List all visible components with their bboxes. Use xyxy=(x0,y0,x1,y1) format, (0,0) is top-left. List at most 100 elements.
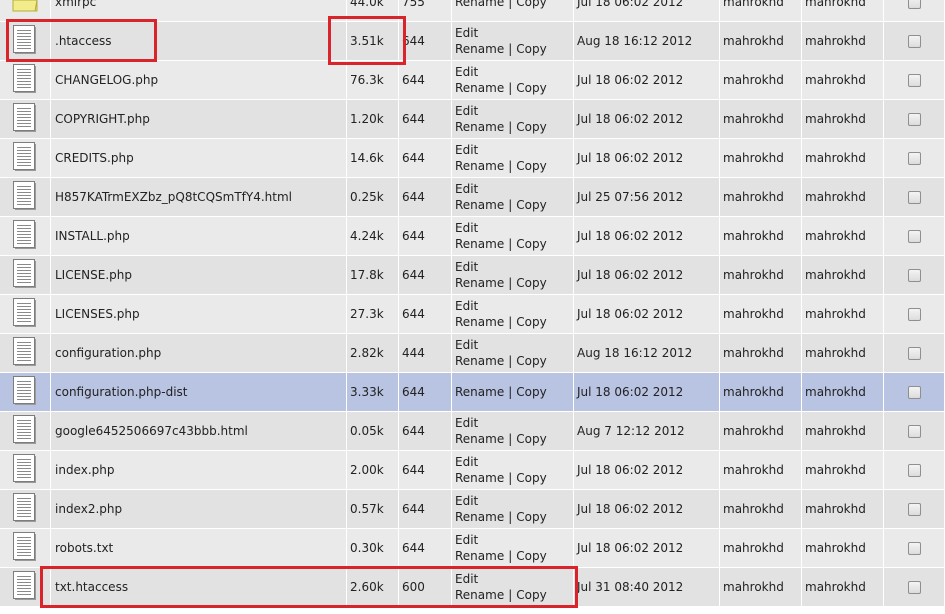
select-checkbox[interactable] xyxy=(907,386,921,399)
file-permissions[interactable]: 644 xyxy=(399,178,452,217)
copy-link[interactable]: Copy xyxy=(516,549,546,563)
document-icon[interactable] xyxy=(13,336,37,370)
document-icon[interactable] xyxy=(13,63,37,97)
document-icon[interactable] xyxy=(13,453,37,487)
copy-link[interactable]: Copy xyxy=(516,276,546,290)
edit-link[interactable]: Edit xyxy=(455,338,478,352)
copy-link[interactable]: Copy xyxy=(516,354,546,368)
document-icon[interactable] xyxy=(13,219,37,253)
copy-link[interactable]: Copy xyxy=(516,42,546,56)
select-checkbox[interactable] xyxy=(907,542,921,555)
file-name[interactable]: txt.htaccess xyxy=(51,568,347,607)
file-permissions[interactable]: 644 xyxy=(399,100,452,139)
file-permissions[interactable]: 755 xyxy=(399,0,452,22)
file-permissions[interactable]: 644 xyxy=(399,490,452,529)
edit-link[interactable]: Edit xyxy=(455,260,478,274)
rename-link[interactable]: Rename xyxy=(455,0,504,9)
file-permissions[interactable]: 644 xyxy=(399,217,452,256)
file-name[interactable]: index2.php xyxy=(51,490,347,529)
document-icon[interactable] xyxy=(13,570,37,604)
edit-link[interactable]: Edit xyxy=(455,26,478,40)
edit-link[interactable]: Edit xyxy=(455,221,478,235)
rename-link[interactable]: Rename xyxy=(455,198,504,212)
file-row[interactable]: configuration.php-dist 3.33k 644 Rename | Cop… xyxy=(0,373,945,412)
file-permissions[interactable]: 644 xyxy=(399,256,452,295)
file-name[interactable]: INSTALL.php xyxy=(51,217,347,256)
copy-link[interactable]: Copy xyxy=(516,510,546,524)
rename-link[interactable]: Rename xyxy=(455,42,504,56)
file-row[interactable]: LICENSES.php 27.3k 644 Edit Rename | Copy Jul 1… xyxy=(0,295,945,334)
file-row[interactable]: .htaccess 3.51k 644 Edit Rename | Copy Aug 18 1… xyxy=(0,22,945,61)
file-row[interactable]: index.php 2.00k 644 Edit Rename | Copy Jul 18 0… xyxy=(0,451,945,490)
rename-link[interactable]: Rename xyxy=(455,385,504,399)
document-icon[interactable] xyxy=(13,414,37,448)
document-icon[interactable] xyxy=(13,492,37,526)
select-checkbox[interactable] xyxy=(907,230,921,243)
file-name[interactable]: configuration.php-dist xyxy=(51,373,347,412)
file-name[interactable]: LICENSE.php xyxy=(51,256,347,295)
file-name[interactable]: google6452506697c43bbb.html xyxy=(51,412,347,451)
edit-link[interactable]: Edit xyxy=(455,143,478,157)
select-checkbox[interactable] xyxy=(907,347,921,360)
rename-link[interactable]: Rename xyxy=(455,588,504,602)
rename-link[interactable]: Rename xyxy=(455,237,504,251)
select-checkbox[interactable] xyxy=(907,308,921,321)
rename-link[interactable]: Rename xyxy=(455,315,504,329)
file-row[interactable]: google6452506697c43bbb.html 0.05k 644 Edit R… xyxy=(0,412,945,451)
select-checkbox[interactable] xyxy=(907,74,921,87)
file-permissions[interactable]: 600 xyxy=(399,568,452,607)
file-name[interactable]: robots.txt xyxy=(51,529,347,568)
document-icon[interactable] xyxy=(13,375,37,409)
file-row[interactable]: robots.txt 0.30k 644 Edit Rename | Copy Jul 18 … xyxy=(0,529,945,568)
copy-link[interactable]: Copy xyxy=(516,120,546,134)
copy-link[interactable]: Copy xyxy=(516,315,546,329)
select-checkbox[interactable] xyxy=(907,269,921,282)
select-checkbox[interactable] xyxy=(907,113,921,126)
rename-link[interactable]: Rename xyxy=(455,276,504,290)
edit-link[interactable]: Edit xyxy=(455,494,478,508)
file-name[interactable]: .htaccess xyxy=(51,22,347,61)
file-row[interactable]: index2.php 0.57k 644 Edit Rename | Copy Jul 18 … xyxy=(0,490,945,529)
file-row[interactable]: CHANGELOG.php 76.3k 644 Edit Rename | Copy Jul … xyxy=(0,61,945,100)
file-permissions[interactable]: 644 xyxy=(399,22,452,61)
file-name[interactable]: index.php xyxy=(51,451,347,490)
document-icon[interactable] xyxy=(13,531,37,565)
file-permissions[interactable]: 644 xyxy=(399,61,452,100)
select-checkbox[interactable] xyxy=(907,425,921,438)
copy-link[interactable]: Copy xyxy=(516,198,546,212)
document-icon[interactable] xyxy=(13,297,37,331)
copy-link[interactable]: Copy xyxy=(516,159,546,173)
edit-link[interactable]: Edit xyxy=(455,182,478,196)
rename-link[interactable]: Rename xyxy=(455,120,504,134)
select-checkbox[interactable] xyxy=(907,464,921,477)
copy-link[interactable]: Copy xyxy=(516,471,546,485)
rename-link[interactable]: Rename xyxy=(455,471,504,485)
file-row[interactable]: configuration.php 2.82k 444 Edit Rename | Copy… xyxy=(0,334,945,373)
rename-link[interactable]: Rename xyxy=(455,159,504,173)
file-permissions[interactable]: 644 xyxy=(399,412,452,451)
select-checkbox[interactable] xyxy=(907,152,921,165)
file-row[interactable]: txt.htaccess 2.60k 600 Edit Rename | Copy Jul 3… xyxy=(0,568,945,607)
select-checkbox[interactable] xyxy=(907,503,921,516)
edit-link[interactable]: Edit xyxy=(455,533,478,547)
file-name[interactable]: CHANGELOG.php xyxy=(51,61,347,100)
file-row[interactable]: LICENSE.php 17.8k 644 Edit Rename | Copy Jul 18… xyxy=(0,256,945,295)
copy-link[interactable]: Copy xyxy=(516,0,546,9)
copy-link[interactable]: Copy xyxy=(516,81,546,95)
file-row[interactable]: COPYRIGHT.php 1.20k 644 Edit Rename | Copy Jul … xyxy=(0,100,945,139)
rename-link[interactable]: Rename xyxy=(455,510,504,524)
file-permissions[interactable]: 644 xyxy=(399,373,452,412)
file-row[interactable]: CREDITS.php 14.6k 644 Edit Rename | Copy Jul 18… xyxy=(0,139,945,178)
document-icon[interactable] xyxy=(13,24,37,58)
select-checkbox[interactable] xyxy=(907,35,921,48)
rename-link[interactable]: Rename xyxy=(455,432,504,446)
file-permissions[interactable]: 644 xyxy=(399,139,452,178)
document-icon[interactable] xyxy=(13,141,37,175)
edit-link[interactable]: Edit xyxy=(455,455,478,469)
document-icon[interactable] xyxy=(13,102,37,136)
file-name[interactable]: LICENSES.php xyxy=(51,295,347,334)
edit-link[interactable]: Edit xyxy=(455,65,478,79)
select-checkbox[interactable] xyxy=(907,191,921,204)
file-permissions[interactable]: 644 xyxy=(399,529,452,568)
copy-link[interactable]: Copy xyxy=(516,588,546,602)
